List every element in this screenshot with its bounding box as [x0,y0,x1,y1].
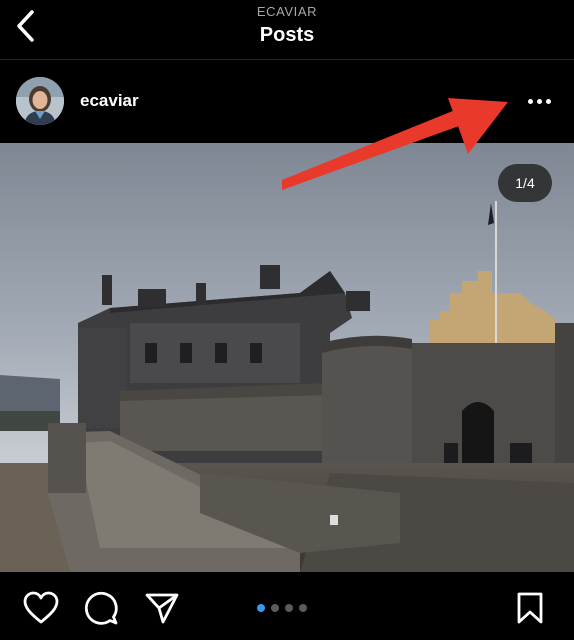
more-options-button[interactable] [521,89,557,113]
like-button[interactable] [21,588,61,628]
carousel-dot [285,604,293,612]
heart-icon [23,591,59,624]
carousel-dot [299,604,307,612]
profile-name-subtitle: ECAVIAR [256,4,318,19]
avatar[interactable] [16,77,64,125]
image-counter-badge: 1/4 [498,164,552,202]
top-nav-bar: ECAVIAR Posts [0,0,574,60]
share-button[interactable] [142,588,182,628]
username[interactable]: ecaviar [80,91,139,111]
send-icon [145,593,179,624]
carousel-dot [271,604,279,612]
comment-bubble-icon [84,591,118,625]
save-button[interactable] [510,588,550,628]
bookmark-icon [517,592,543,624]
carousel-indicator [257,604,307,612]
carousel-dot-active [257,604,265,612]
page-title: Posts [259,24,315,46]
comment-button[interactable] [81,588,121,628]
post-image[interactable] [0,143,574,572]
more-horizontal-icon [527,98,533,104]
post-header: ecaviar [0,61,574,143]
post-actions-bar [0,572,574,640]
